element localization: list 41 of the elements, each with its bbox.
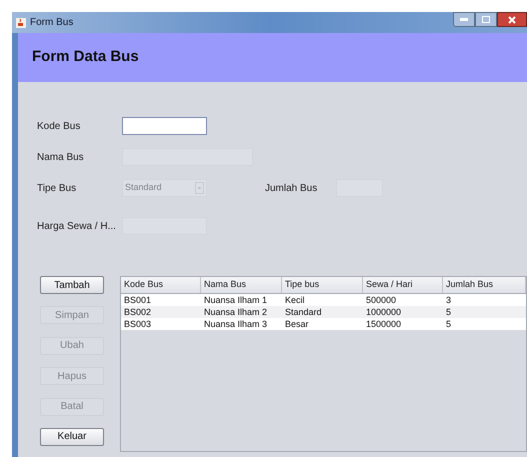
close-icon <box>508 16 516 24</box>
table-cell-text: BS003 <box>123 318 152 330</box>
table-cell-text: 1000000 <box>365 306 402 318</box>
table-cell-text: Besar <box>284 318 310 330</box>
coffee-cup-icon <box>16 18 26 28</box>
form-title: Form Data Bus <box>32 47 139 68</box>
table-cell-text: 5 <box>445 318 452 330</box>
table-cell-text: Kecil <box>284 294 306 306</box>
field-label: Kode Bus <box>37 120 82 134</box>
caret-icon <box>195 182 204 194</box>
table-cell-text: 5 <box>445 306 452 318</box>
maximize-icon <box>482 16 490 23</box>
column-header[interactable]: Nama Bus <box>201 277 282 293</box>
table-cell-text: Nuansa Ilham 3 <box>203 318 268 330</box>
action-button[interactable]: Tambah <box>40 276 104 294</box>
column-header[interactable]: Jumlah Bus <box>443 277 526 293</box>
input-field[interactable] <box>122 117 207 135</box>
table-row[interactable]: BS002 Nuansa Ilham 2 Standard 1000000 5 <box>121 306 526 318</box>
table-cell-text: Standard <box>284 306 323 318</box>
window-title: Form Bus <box>30 16 74 30</box>
table-cell-text: 3 <box>445 294 452 306</box>
table-row[interactable]: BS001 Nuansa Ilham 1 Kecil 500000 3 <box>121 294 526 306</box>
maximize-button[interactable] <box>475 12 497 27</box>
field-label: Tipe Bus <box>37 182 78 196</box>
column-header[interactable]: Kode Bus <box>121 277 201 293</box>
minimize-button[interactable] <box>453 12 475 27</box>
column-header[interactable]: Sewa / Hari <box>363 277 443 293</box>
field-label: Harga Sewa / H... <box>37 220 117 234</box>
table-cell-text: Nuansa Ilham 2 <box>203 306 268 318</box>
table-cell-text: 500000 <box>365 294 398 306</box>
minimize-icon <box>460 18 468 21</box>
column-header[interactable]: Tipe bus <box>282 277 363 293</box>
field-label: Jumlah Bus <box>265 182 318 196</box>
table-cell-text: BS002 <box>123 306 152 318</box>
table-cell-text: 1500000 <box>365 318 402 330</box>
close-button[interactable] <box>497 12 527 27</box>
table-cell-text: Nuansa Ilham 1 <box>203 294 268 306</box>
table-cell-text: BS001 <box>123 294 152 306</box>
action-button[interactable]: Keluar <box>40 428 104 446</box>
table-row[interactable]: BS003 Nuansa Ilham 3 Besar 1500000 5 <box>121 318 526 330</box>
field-label: Nama Bus <box>37 150 85 164</box>
